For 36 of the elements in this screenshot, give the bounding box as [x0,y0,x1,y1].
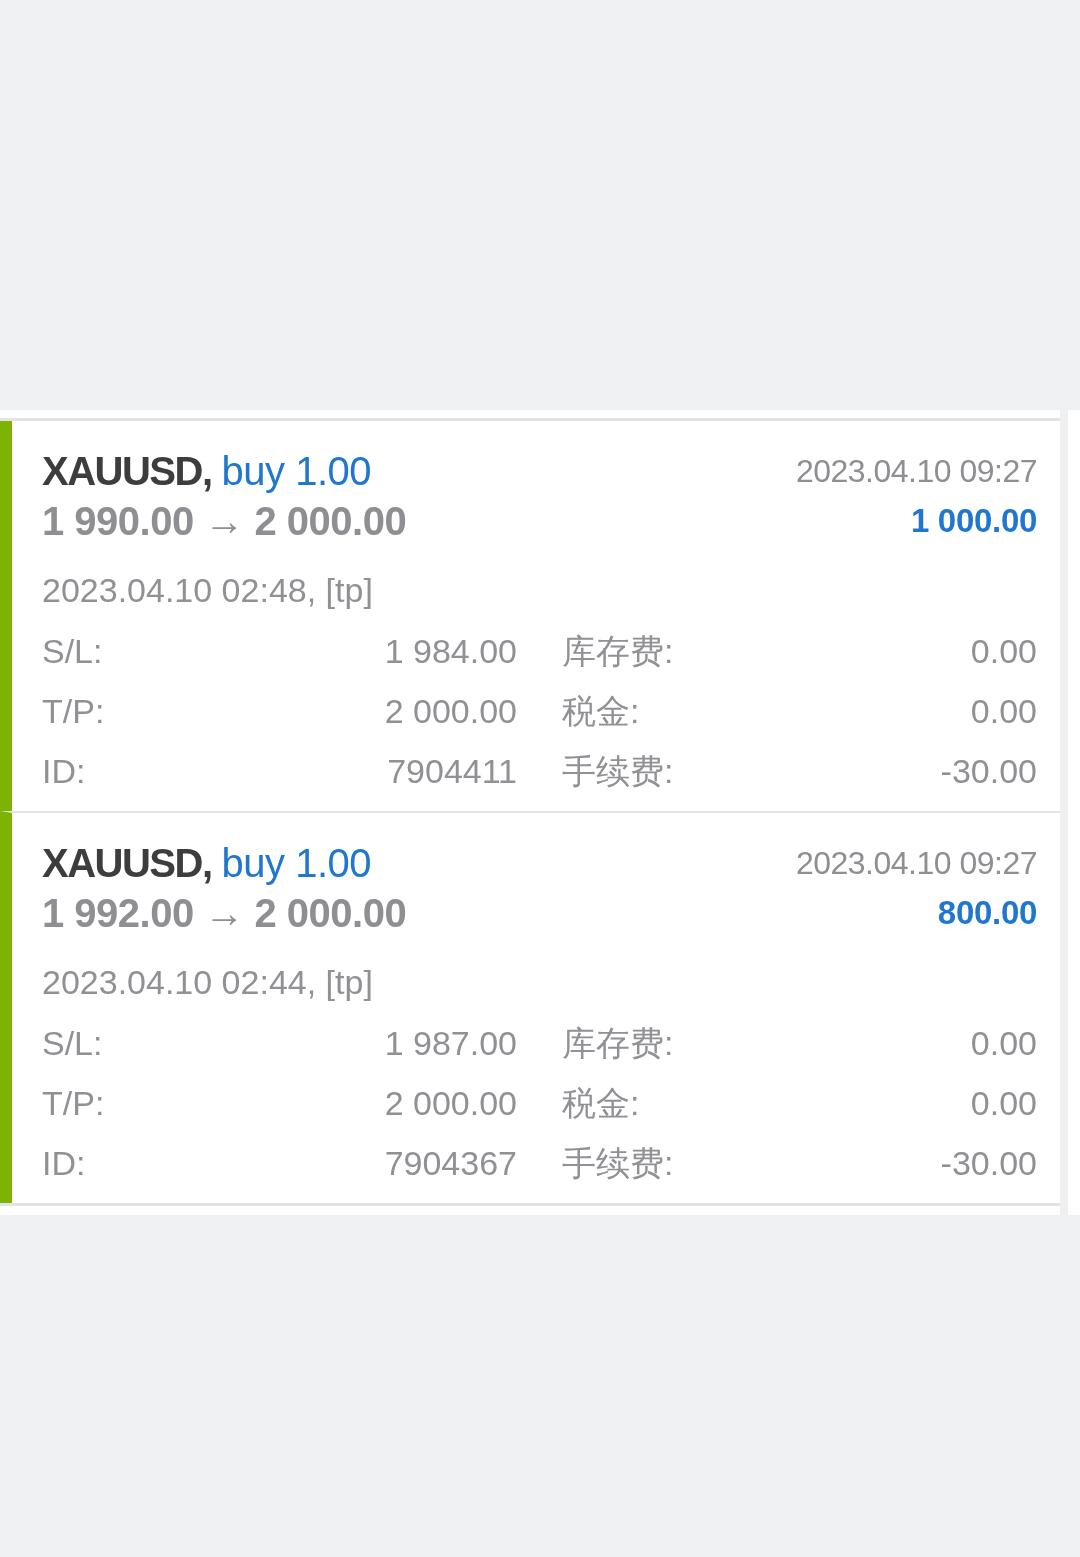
field-label: 税金: [562,691,640,732]
field-value: 0.00 [970,691,1037,732]
field-label: S/L: [42,1023,103,1064]
field-label: 手续费: [562,1143,674,1184]
close-time: 2023.04.10 09:27 [795,452,1037,491]
field-label: T/P: [42,1083,105,1124]
open-time: 2023.04.10 02:48, [tp] [42,570,373,611]
order-type: buy 1.00 [221,840,371,887]
field-label: 税金: [562,1083,640,1124]
order-type: buy 1.00 [221,448,371,495]
field-value: 0.00 [970,631,1037,672]
field-label: ID: [42,1143,86,1184]
trade-symbol: XAUUSD, [42,840,212,887]
field-label: ID: [42,751,86,792]
open-time: 2023.04.10 02:44, [tp] [42,962,373,1003]
field-label: 库存费: [562,631,674,672]
field-label: 手续费: [562,751,674,792]
field-label: S/L: [42,631,103,672]
field-value: 7904411 [387,751,517,792]
field-value: 1 987.00 [384,1023,517,1064]
field-value: 2 000.00 [384,1083,517,1124]
profit-value: 800.00 [937,893,1037,933]
field-value: 0.00 [970,1023,1037,1064]
field-value: 1 984.00 [384,631,517,672]
field-label: T/P: [42,691,105,732]
field-value: 0.00 [970,1083,1037,1124]
price-change: 1 990.00 → 2 000.00 [42,498,407,545]
field-value: -30.00 [940,1143,1037,1184]
trade-symbol: XAUUSD, [42,448,212,495]
field-value: 7904367 [384,1143,517,1184]
field-label: 库存费: [562,1023,674,1064]
profit-value: 1 000.00 [910,501,1037,541]
field-value: 2 000.00 [384,691,517,732]
close-time: 2023.04.10 09:27 [795,844,1037,883]
field-value: -30.00 [940,751,1037,792]
price-change: 1 992.00 → 2 000.00 [42,890,407,937]
